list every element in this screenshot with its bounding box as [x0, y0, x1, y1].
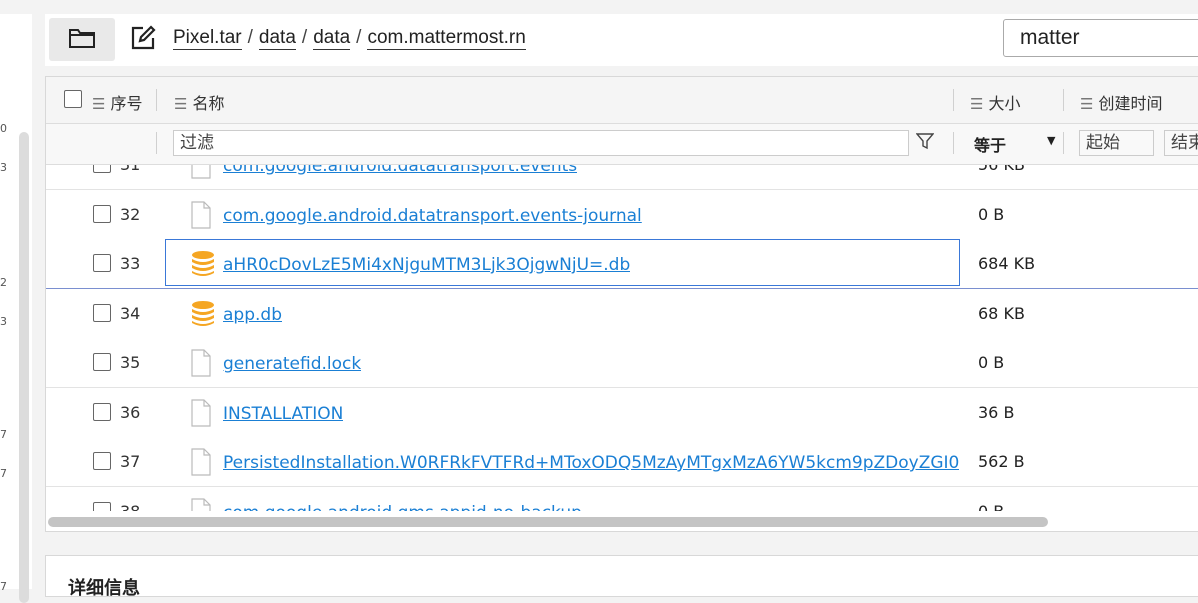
details-title: 详细信息 — [68, 578, 140, 599]
column-divider[interactable] — [1063, 89, 1064, 111]
file-name-link[interactable]: aHR0cDovLzE5Mi4xNjguMTM3Ljk3OjgwNjU=.db — [223, 255, 630, 275]
breadcrumb-separator: / — [356, 27, 362, 48]
table-body: 31 com.google.android.datatransport.even… — [46, 165, 1198, 511]
column-divider[interactable] — [156, 89, 157, 111]
file-name-link[interactable]: com.google.android.datatransport.events-… — [223, 206, 642, 226]
breadcrumb-separator: / — [247, 27, 253, 48]
file-icon — [190, 201, 212, 233]
column-header-size[interactable]: ☰ 大小 — [970, 90, 1020, 114]
edge-digit: 7 — [0, 467, 7, 480]
name-filter-input[interactable]: 过滤 — [173, 130, 909, 156]
file-icon — [190, 399, 212, 431]
breadcrumb-item[interactable]: Pixel.tar — [173, 27, 242, 50]
file-icon — [190, 165, 212, 183]
select-all-checkbox[interactable] — [64, 90, 82, 108]
column-menu-icon: ☰ — [970, 95, 984, 113]
file-size: 562 B — [978, 452, 1025, 471]
file-name-link[interactable]: PersistedInstallation.W0RFRkFVTFRd+MToxO… — [223, 453, 959, 473]
table-row[interactable]: 38 com.google.android.gms.appid-no-backu… — [46, 487, 1198, 511]
row-checkbox[interactable] — [93, 205, 111, 223]
table-row-selected[interactable]: 33 aHR0cDovLzE5Mi4xNjguMTM3Ljk3OjgwNjU=.… — [46, 239, 1198, 289]
file-size: 68 KB — [978, 304, 1025, 323]
file-size: 684 KB — [978, 254, 1036, 273]
edge-digit: 7 — [0, 428, 7, 441]
column-divider — [156, 132, 157, 154]
row-index: 32 — [120, 205, 141, 224]
edge-digit: 3 — [0, 315, 7, 328]
row-index: 36 — [120, 403, 141, 422]
column-header-index[interactable]: ☰ 序号 — [92, 90, 142, 114]
folder-icon — [68, 27, 96, 53]
edge-digit: 0 — [0, 122, 7, 135]
created-start-input[interactable]: 起始 — [1079, 130, 1154, 156]
edge-digit: 2 — [0, 276, 7, 289]
file-size: 0 B — [978, 502, 1004, 511]
row-index: 38 — [120, 502, 140, 511]
left-panel-scrollbar[interactable] — [19, 132, 29, 603]
column-header-name[interactable]: ☰ 名称 — [174, 90, 224, 114]
row-index: 33 — [120, 254, 141, 273]
file-name-link[interactable]: INSTALLATION — [223, 404, 343, 424]
file-name-link[interactable]: com.google.android.datatransport.events — [223, 165, 577, 176]
breadcrumb-item[interactable]: data — [258, 27, 296, 50]
column-menu-icon: ☰ — [92, 95, 106, 113]
breadcrumb: Pixel.tar / data / data / com.mattermost.rn — [173, 27, 526, 50]
size-operator-select[interactable]: 等于 — [974, 132, 1006, 156]
table-row[interactable]: 37 PersistedInstallation.W0RFRkFVTFRd+MT… — [46, 437, 1198, 487]
edge-digit: 7 — [0, 580, 7, 593]
breadcrumb-separator: / — [301, 27, 308, 48]
edge-digit: 3 — [0, 161, 7, 174]
file-name-link[interactable]: generatefid.lock — [223, 354, 361, 374]
breadcrumb-item[interactable]: data — [313, 27, 351, 50]
row-index: 35 — [120, 353, 141, 372]
edit-button[interactable] — [127, 24, 159, 56]
open-folder-button[interactable] — [49, 18, 115, 61]
edit-icon — [129, 24, 157, 56]
column-header-created[interactable]: ☰ 创建时间 — [1080, 90, 1162, 114]
file-name-link[interactable]: app.db — [223, 305, 282, 325]
row-index: 37 — [120, 452, 141, 471]
file-icon — [190, 448, 212, 480]
column-menu-icon: ☰ — [1080, 95, 1094, 113]
breadcrumb-item[interactable]: com.mattermost.rn — [367, 27, 526, 50]
row-index: 34 — [120, 304, 141, 323]
row-checkbox[interactable] — [93, 403, 111, 421]
file-icon — [190, 498, 212, 511]
column-menu-icon: ☰ — [174, 95, 188, 113]
file-size: 36 B — [978, 403, 1015, 422]
row-checkbox[interactable] — [93, 254, 111, 272]
row-checkbox[interactable] — [93, 304, 111, 322]
file-size: 0 B — [978, 353, 1005, 372]
table-row[interactable]: 34 app.db 68 KB — [46, 289, 1198, 339]
table-row[interactable]: 32 com.google.android.datatransport.even… — [46, 190, 1198, 240]
row-checkbox[interactable] — [93, 452, 111, 470]
table-header: ☰ 序号 ☰ 名称 ☰ 大小 ☰ 创建时间 — [46, 77, 1198, 124]
row-checkbox[interactable] — [93, 165, 111, 173]
table-row[interactable]: 36 INSTALLATION 36 B — [46, 388, 1198, 438]
search-input[interactable]: matter — [1003, 19, 1198, 57]
file-icon — [190, 349, 212, 381]
table-row[interactable]: 31 com.google.android.datatransport.even… — [46, 165, 1198, 190]
file-name-link[interactable]: com.google.android.gms.appid-no-backup — [223, 503, 582, 511]
column-divider — [953, 132, 954, 154]
horizontal-scrollbar[interactable] — [48, 517, 1048, 527]
file-size: 0 B — [978, 205, 1005, 224]
row-checkbox[interactable] — [93, 353, 111, 371]
details-panel: 详细信息 — [45, 555, 1198, 599]
top-toolbar: Pixel.tar / data / data / com.mattermost.rn ma… — [45, 14, 1198, 66]
left-panel-strip: 0 3 2 3 7 7 7 — [0, 14, 32, 603]
dropdown-arrow-icon[interactable]: ▼ — [1047, 134, 1055, 147]
database-icon — [190, 300, 216, 332]
row-index: 31 — [120, 165, 140, 174]
database-icon — [190, 250, 216, 282]
column-divider[interactable] — [953, 89, 954, 111]
created-end-input[interactable]: 结束 — [1164, 130, 1198, 156]
filter-funnel-icon[interactable] — [915, 132, 935, 154]
table-row[interactable]: 35 generatefid.lock 0 B — [46, 338, 1198, 388]
file-size: 56 KB — [978, 165, 1025, 174]
column-divider — [1063, 132, 1064, 154]
file-table: ☰序号 ☰名称 ☰大小 ☰创建时间 过滤 等于 ▼ 起始 结束 31 com.g… — [45, 76, 1198, 532]
filter-row: 过滤 等于 ▼ 起始 结束 — [46, 124, 1198, 165]
row-checkbox[interactable] — [93, 502, 111, 511]
